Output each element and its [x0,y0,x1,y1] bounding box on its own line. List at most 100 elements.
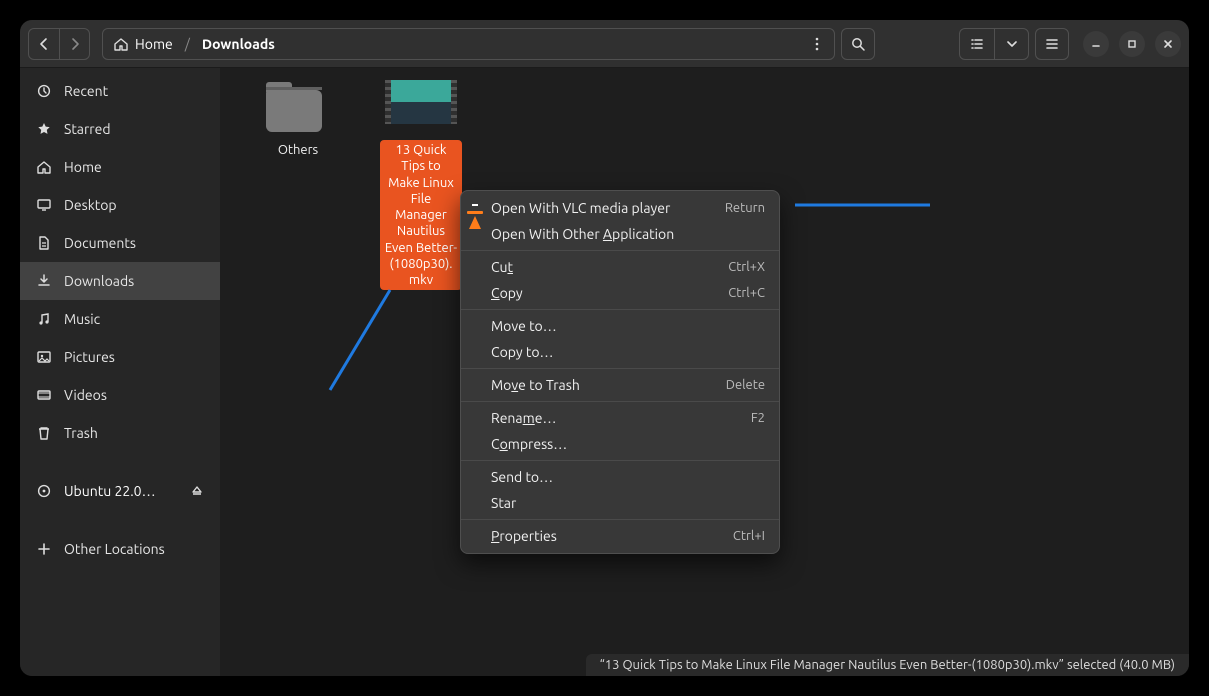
sidebar-item-music[interactable]: Music [20,300,220,338]
view-dropdown-button[interactable] [994,29,1028,59]
search-button[interactable] [841,28,875,60]
ctx-open-with-other[interactable]: Open With Other Application [461,221,779,247]
folder-item[interactable]: Others [248,80,348,160]
ctx-copy-to[interactable]: Copy to… [461,339,779,365]
video-file-item[interactable]: 13 Quick Tips to Make Linux File Manager… [380,80,462,290]
sidebar-item-label: Downloads [64,273,134,289]
ctx-label: Rename… [491,410,556,426]
documents-icon [36,235,52,251]
ctx-separator [461,460,779,461]
sidebar-item-documents[interactable]: Documents [20,224,220,262]
breadcrumb-current-label: Downloads [202,36,275,52]
chevron-down-icon [1004,36,1020,52]
sidebar-item-label: Recent [64,83,108,99]
view-mode-group [959,28,1029,60]
search-icon [850,36,866,52]
status-text: “13 Quick Tips to Make Linux File Manage… [600,658,1175,672]
file-label: 13 Quick Tips to Make Linux File Manager… [380,140,462,290]
video-thumbnail-icon [385,80,457,134]
sidebar-item-trash[interactable]: Trash [20,414,220,452]
sidebar-item-desktop[interactable]: Desktop [20,186,220,224]
ctx-label: Send to… [491,469,553,485]
eject-icon [191,485,203,497]
back-button[interactable] [29,29,59,59]
breadcrumb-home[interactable]: Home [109,36,177,52]
trash-icon [36,425,52,441]
ctx-copy[interactable]: Copy Ctrl+C [461,280,779,306]
videos-icon [36,387,52,403]
sidebar-mount-item[interactable]: Ubuntu 22.0… [20,472,220,510]
ctx-open-with-vlc[interactable]: Open With VLC media player Return [461,195,779,221]
file-label: Others [274,140,322,160]
sidebar-item-home[interactable]: Home [20,148,220,186]
maximize-button[interactable] [1119,31,1145,57]
ctx-label: Cut [491,259,513,275]
ctx-separator [461,368,779,369]
ctx-properties[interactable]: Properties Ctrl+I [461,523,779,549]
sidebar-item-videos[interactable]: Videos [20,376,220,414]
sidebar-item-label: Trash [64,425,98,441]
ctx-label: Copy [491,285,523,301]
hamburger-menu-button[interactable] [1035,28,1069,60]
sidebar-item-label: Starred [64,121,111,137]
eject-button[interactable] [186,480,208,502]
path-menu-button[interactable] [804,31,830,57]
download-icon [36,273,52,289]
path-bar[interactable]: Home / Downloads [102,28,835,60]
sidebar-item-label: Videos [64,387,107,403]
home-icon [36,159,52,175]
kebab-icon [809,36,825,52]
ctx-label: Move to… [491,318,557,334]
disc-icon [36,483,52,499]
sidebar-item-label: Home [64,159,102,175]
ctx-move-to-trash[interactable]: Move to Trash Delete [461,372,779,398]
breadcrumb-current[interactable]: Downloads [198,36,279,52]
ctx-send-to[interactable]: Send to… [461,464,779,490]
ctx-label: Move to Trash [491,377,580,393]
window-controls [1083,31,1181,57]
pictures-icon [36,349,52,365]
chevron-right-icon [67,36,83,52]
sidebar-item-label: Other Locations [64,541,165,557]
ctx-label: Open With VLC media player [491,200,670,216]
sidebar-item-starred[interactable]: Starred [20,110,220,148]
sidebar-item-pictures[interactable]: Pictures [20,338,220,376]
ctx-shortcut: Ctrl+X [728,260,765,274]
ctx-separator [461,401,779,402]
ctx-shortcut: Ctrl+I [733,529,765,543]
sidebar-other-locations[interactable]: Other Locations [20,530,220,568]
forward-button[interactable] [59,29,89,59]
list-icon [969,36,985,52]
sidebar-item-recent[interactable]: Recent [20,72,220,110]
sidebar: Recent Starred Home Desktop Documents Do… [20,68,220,676]
sidebar-item-label: Music [64,311,100,327]
ctx-compress[interactable]: Compress… [461,431,779,457]
sidebar-item-downloads[interactable]: Downloads [20,262,220,300]
header-bar: Home / Downloads [20,20,1189,68]
ctx-label: Open With Other Application [491,226,674,242]
ctx-rename[interactable]: Rename… F2 [461,405,779,431]
ctx-cut[interactable]: Cut Ctrl+X [461,254,779,280]
folder-icon [266,80,330,134]
minimize-button[interactable] [1083,31,1109,57]
ctx-star[interactable]: Star [461,490,779,516]
clock-icon [36,83,52,99]
close-icon [1162,38,1174,50]
ctx-shortcut: Ctrl+C [728,286,765,300]
plus-icon [36,541,52,557]
ctx-shortcut: F2 [751,411,765,425]
ctx-move-to[interactable]: Move to… [461,313,779,339]
desktop-icon [36,197,52,213]
ctx-shortcut: Return [725,201,765,215]
ctx-label: Star [491,495,516,511]
nav-button-group [28,28,90,60]
breadcrumb-separator: / [183,36,192,52]
close-button[interactable] [1155,31,1181,57]
ctx-label: Compress… [491,436,567,452]
ctx-label: Copy to… [491,344,553,360]
ctx-label: Properties [491,528,557,544]
context-menu: Open With VLC media player Return Open W… [460,190,780,554]
home-icon [113,36,129,52]
list-view-button[interactable] [960,29,994,59]
sidebar-item-label: Documents [64,235,136,251]
